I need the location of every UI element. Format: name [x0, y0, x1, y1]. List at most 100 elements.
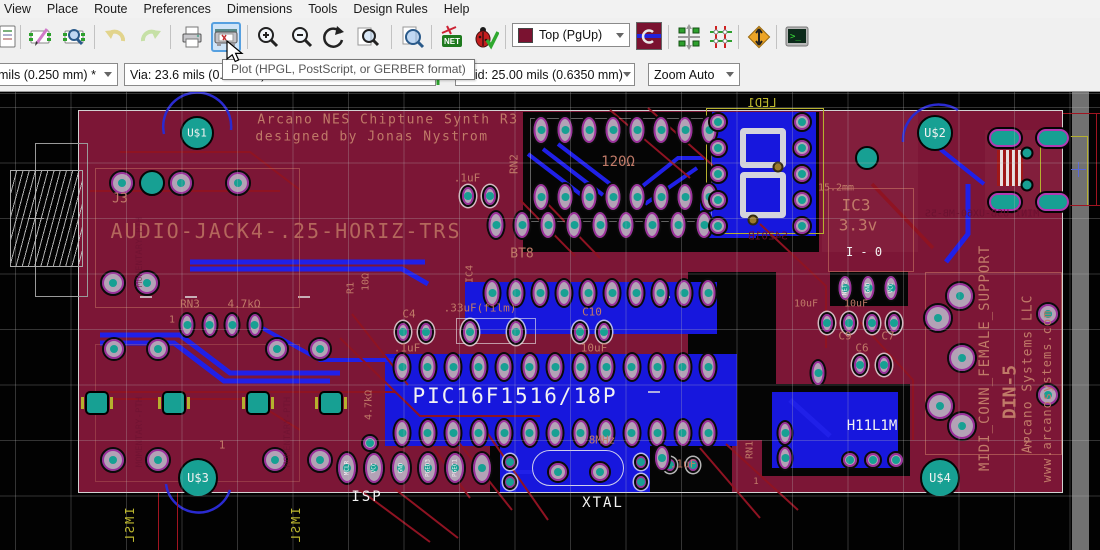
pcb-pad[interactable]	[395, 321, 411, 343]
pcb-pad[interactable]	[556, 182, 575, 212]
pcb-pad[interactable]	[565, 210, 584, 240]
pcb-pad[interactable]	[773, 162, 784, 173]
pcb-pad[interactable]	[319, 391, 343, 415]
pcb-pad[interactable]	[708, 216, 728, 236]
pcb-pad[interactable]	[246, 391, 270, 415]
pcb-pad[interactable]	[487, 210, 506, 240]
zoom-selector[interactable]: Zoom Auto	[648, 63, 740, 86]
pcb-pad[interactable]	[622, 418, 641, 448]
pcb-pad[interactable]	[675, 278, 694, 308]
pcb-pad[interactable]	[643, 210, 662, 240]
pcb-pad[interactable]	[628, 115, 647, 145]
redo-button[interactable]	[136, 22, 166, 52]
pcb-pad[interactable]	[418, 321, 434, 343]
pcb-pad[interactable]	[579, 278, 598, 308]
pcb-pad[interactable]	[361, 434, 379, 452]
pcb-pad[interactable]	[539, 210, 558, 240]
pcb-pad[interactable]	[162, 391, 186, 415]
pcb-pad[interactable]	[513, 210, 532, 240]
pcb-pad[interactable]	[699, 418, 718, 448]
pcb-pad[interactable]	[669, 210, 688, 240]
menu-item-design-rules[interactable]: Design Rules	[353, 0, 427, 18]
pcb-pad[interactable]	[265, 337, 289, 361]
pcb-pad[interactable]	[653, 444, 671, 472]
netlist-button[interactable]: NET	[437, 22, 467, 52]
pcb-pad[interactable]	[482, 185, 498, 207]
pcb-pad[interactable]	[100, 447, 126, 473]
pcb-pad[interactable]	[469, 352, 488, 382]
pcb-pad[interactable]	[855, 146, 879, 170]
pcb-pad[interactable]	[571, 352, 590, 382]
menu-item-route[interactable]: Route	[94, 0, 127, 18]
layer-selector[interactable]: Top (PgUp)	[512, 23, 630, 47]
pcb-pad[interactable]	[708, 164, 728, 184]
pcb-pad[interactable]	[246, 312, 263, 338]
pcb-pad[interactable]	[471, 451, 493, 485]
pcb-pad[interactable]	[503, 474, 517, 490]
sheet-button[interactable]	[0, 22, 20, 52]
pcb-pad[interactable]	[532, 115, 551, 145]
pcb-pad[interactable]	[777, 445, 794, 471]
zoom-in-button[interactable]	[253, 22, 283, 52]
menu-item-dimensions[interactable]: Dimensions	[227, 0, 292, 18]
pcb-pad[interactable]	[1037, 129, 1069, 147]
pcb-pad[interactable]	[224, 312, 241, 338]
pcb-pad[interactable]	[708, 190, 728, 210]
pcb-pad[interactable]	[652, 182, 671, 212]
pcb-pad[interactable]	[591, 210, 610, 240]
menu-item-place[interactable]: Place	[47, 0, 78, 18]
find-button[interactable]	[397, 22, 427, 52]
pcb-pad[interactable]	[225, 170, 251, 196]
pcb-pad[interactable]	[748, 215, 759, 226]
pcb-pad[interactable]	[651, 278, 670, 308]
pcb-pad[interactable]	[393, 352, 412, 382]
pcb-pad[interactable]	[792, 216, 812, 236]
menu-item-tools[interactable]: Tools	[308, 0, 337, 18]
pcb-pad[interactable]	[418, 418, 437, 448]
pcb-pad[interactable]	[168, 170, 194, 196]
menu-item-view[interactable]: View	[4, 0, 31, 18]
pcb-pad[interactable]	[792, 112, 812, 132]
pcb-pad[interactable]	[876, 354, 892, 376]
pcb-pad[interactable]	[617, 210, 636, 240]
pcb-pad[interactable]	[139, 170, 165, 196]
pcb-pad[interactable]	[627, 278, 646, 308]
pcb-pad[interactable]	[708, 112, 728, 132]
grid-selector[interactable]: Grid: 25.00 mils (0.6350 mm)	[455, 63, 635, 86]
zoom-fit-button[interactable]	[353, 22, 383, 52]
pcb-pad[interactable]	[102, 337, 126, 361]
pcb-pad[interactable]	[393, 418, 412, 448]
zoom-out-button[interactable]	[287, 22, 317, 52]
menu-item-help[interactable]: Help	[444, 0, 470, 18]
pcb-pad[interactable]	[622, 352, 641, 382]
pcb-pad[interactable]	[503, 454, 517, 470]
pcb-pad[interactable]	[571, 418, 590, 448]
pcb-pad[interactable]	[418, 352, 437, 382]
pcb-pad[interactable]	[628, 182, 647, 212]
pcb-pad[interactable]	[146, 337, 170, 361]
undo-button[interactable]	[100, 22, 130, 52]
erc-check-button[interactable]	[471, 22, 501, 52]
pcb-pad[interactable]	[676, 115, 695, 145]
pcb-pad[interactable]	[555, 278, 574, 308]
pcb-pad[interactable]	[85, 391, 109, 415]
pcb-pad[interactable]	[308, 337, 332, 361]
pcb-pad[interactable]	[1021, 179, 1034, 192]
pcb-pad[interactable]	[699, 352, 718, 382]
pcb-pad[interactable]	[556, 115, 575, 145]
pcb-pad[interactable]	[634, 454, 648, 470]
pcb-pad[interactable]	[634, 474, 648, 490]
pcb-pad[interactable]	[676, 182, 695, 212]
scripting-console-button[interactable]: >_	[782, 22, 812, 52]
pcb-pad[interactable]	[792, 190, 812, 210]
pcb-pad[interactable]	[307, 447, 333, 473]
redraw-button[interactable]	[319, 22, 349, 52]
pcb-pad[interactable]	[923, 303, 953, 333]
pcb-pad[interactable]	[179, 312, 196, 338]
pcb-pad[interactable]	[547, 461, 569, 483]
pcb-pad[interactable]	[947, 343, 977, 373]
footprint-editor-button[interactable]	[26, 22, 56, 52]
pcb-pad[interactable]	[572, 321, 588, 343]
pcb-pad[interactable]	[546, 352, 565, 382]
pcb-pad[interactable]	[597, 352, 616, 382]
